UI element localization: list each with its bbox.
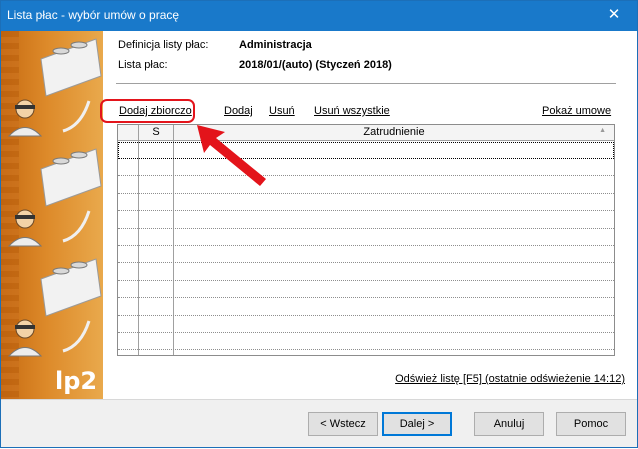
dialog-window: Lista płac - wybór umów o pracę ✕ lp2 De… (0, 0, 638, 448)
red-arrow-icon (197, 125, 266, 186)
